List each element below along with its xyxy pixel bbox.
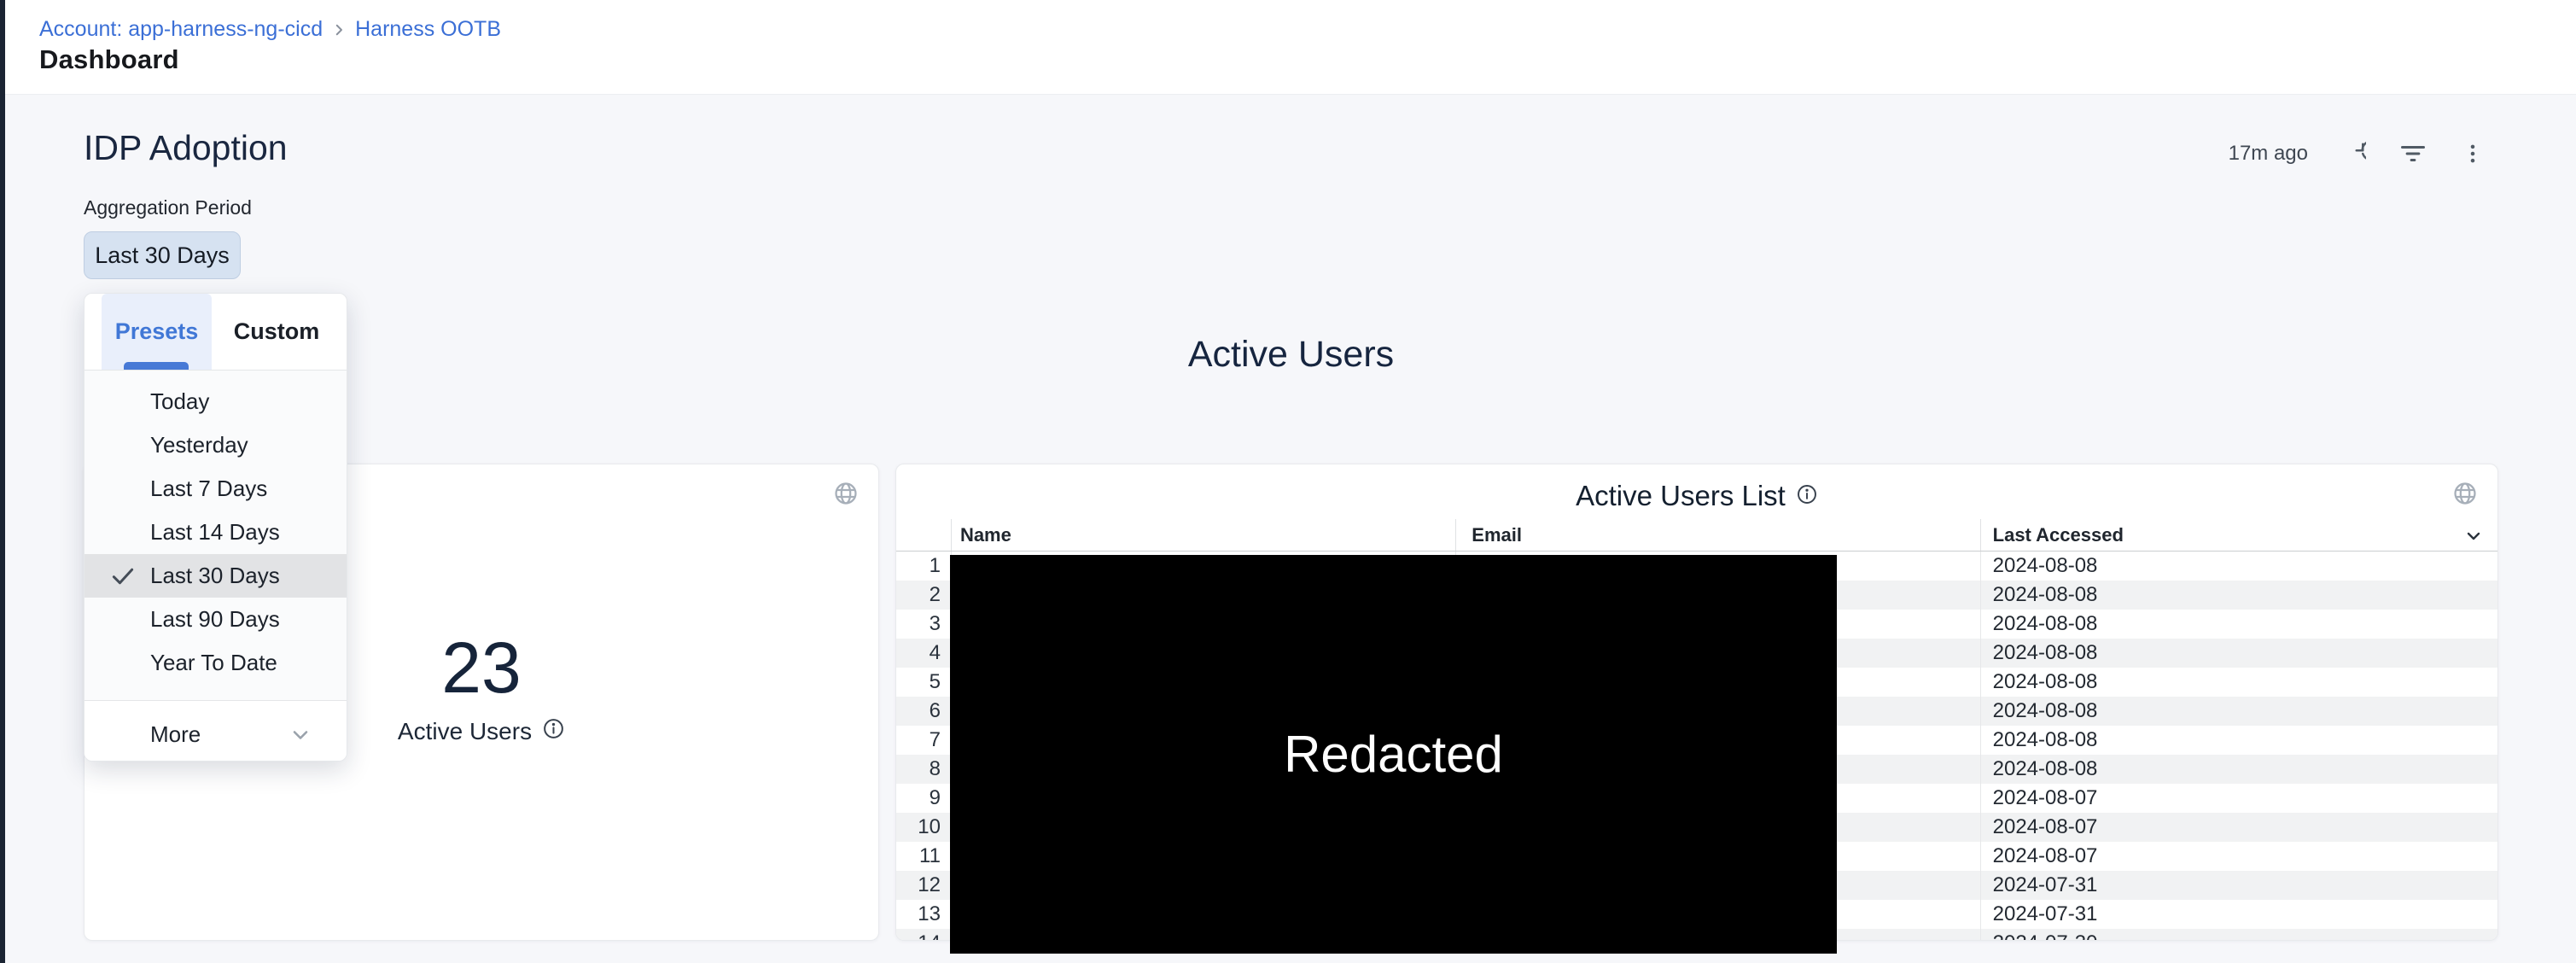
preset-option[interactable]: Last 14 Days xyxy=(85,511,347,554)
breadcrumb-dashboard-link[interactable]: Harness OOTB xyxy=(355,17,501,42)
period-dropdown: Presets Custom Today Yesterday Last 7 Days… xyxy=(84,293,347,762)
kebab-menu-button[interactable] xyxy=(2458,139,2487,168)
filter-button[interactable] xyxy=(2398,139,2427,168)
cell-index: 9 xyxy=(896,784,951,813)
cell-index: 3 xyxy=(896,610,951,639)
cell-last-accessed: 2024-08-08 xyxy=(1980,755,2497,784)
cell-last-accessed: 2024-08-07 xyxy=(1980,784,2497,813)
cell-index: 14 xyxy=(896,929,951,941)
tab-custom-label: Custom xyxy=(234,318,320,345)
aggregation-period-button[interactable]: Last 30 Days xyxy=(84,231,241,279)
preset-options: Today Yesterday Last 7 Days Last 14 Days Las… xyxy=(85,371,347,700)
preset-option-label: Year To Date xyxy=(150,650,277,676)
breadcrumb: Account: app-harness-ng-cicd Harness OOT… xyxy=(39,17,501,42)
column-header-last-accessed[interactable]: Last Accessed xyxy=(1980,519,2497,551)
cell-last-accessed: 2024-08-08 xyxy=(1980,697,2497,726)
tab-custom[interactable]: Custom xyxy=(212,294,341,370)
preset-option-label: Last 90 Days xyxy=(150,606,280,633)
preset-option[interactable]: Yesterday xyxy=(85,423,347,467)
column-header-index xyxy=(896,519,951,551)
section-title: Active Users xyxy=(84,334,2498,376)
filter-icon xyxy=(2400,141,2426,166)
chevron-right-icon xyxy=(331,22,347,38)
column-header-email[interactable]: Email xyxy=(1455,519,1979,551)
dashboard-title: IDP Adoption xyxy=(84,128,288,168)
cell-index: 6 xyxy=(896,697,951,726)
refresh-button[interactable] xyxy=(2339,139,2368,168)
dashboard-toolbar: 17m ago xyxy=(2229,139,2487,168)
redacted-label: Redacted xyxy=(1284,725,1503,784)
column-header-name[interactable]: Name xyxy=(951,519,1455,551)
tab-presets-label: Presets xyxy=(115,318,199,345)
column-header-last-accessed-label: Last Accessed xyxy=(1993,524,2124,546)
tab-presets[interactable]: Presets xyxy=(102,294,212,370)
table-header-row: Name Email Last Accessed xyxy=(896,519,2497,552)
aggregation-period-label: Aggregation Period xyxy=(84,196,252,219)
preset-option-label: Last 7 Days xyxy=(150,476,267,502)
chevron-down-icon[interactable] xyxy=(2463,526,2484,552)
page-title: Dashboard xyxy=(39,44,179,75)
cell-last-accessed: 2024-07-31 xyxy=(1980,871,2497,900)
cell-index: 10 xyxy=(896,813,951,842)
preset-option-label: Today xyxy=(150,388,209,415)
dropdown-tabs: Presets Custom xyxy=(85,294,347,371)
cell-index: 12 xyxy=(896,871,951,900)
refresh-icon xyxy=(2340,141,2366,166)
page-header: Account: app-harness-ng-cicd Harness OOT… xyxy=(0,0,2576,95)
preset-option[interactable]: Year To Date xyxy=(85,641,347,685)
preset-option[interactable]: Last 30 Days xyxy=(85,554,347,598)
cell-last-accessed: 2024-08-08 xyxy=(1980,581,2497,610)
cell-index: 8 xyxy=(896,755,951,784)
metric-label: Active Users xyxy=(398,718,532,745)
sidebar-edge xyxy=(0,0,5,963)
cell-index: 1 xyxy=(896,552,951,581)
breadcrumb-account-link[interactable]: Account: app-harness-ng-cicd xyxy=(39,17,323,42)
last-updated-label: 17m ago xyxy=(2229,142,2308,166)
check-icon xyxy=(108,562,137,591)
cell-last-accessed: 2024-08-07 xyxy=(1980,813,2497,842)
cell-index: 13 xyxy=(896,900,951,929)
cell-last-accessed: 2024-08-08 xyxy=(1980,639,2497,668)
cell-index: 2 xyxy=(896,581,951,610)
cell-index: 7 xyxy=(896,726,951,755)
preset-option-label: Last 14 Days xyxy=(150,519,280,546)
cell-last-accessed: 2024-08-08 xyxy=(1980,552,2497,581)
cell-last-accessed: 2024-07-30 xyxy=(1980,929,2497,941)
info-icon[interactable] xyxy=(542,717,565,746)
preset-option-label: Last 30 Days xyxy=(150,563,280,589)
globe-icon[interactable] xyxy=(2451,480,2479,511)
preset-option[interactable]: Today xyxy=(85,380,347,423)
table-title: Active Users List xyxy=(1576,480,1786,512)
table-title-row: Active Users List xyxy=(896,480,2497,512)
preset-option[interactable]: Last 7 Days xyxy=(85,467,347,511)
redaction-overlay: Redacted xyxy=(950,555,1837,954)
cell-last-accessed: 2024-08-07 xyxy=(1980,842,2497,871)
chevron-down-icon xyxy=(288,723,312,753)
cell-last-accessed: 2024-08-08 xyxy=(1980,726,2497,755)
cell-last-accessed: 2024-08-08 xyxy=(1980,610,2497,639)
preset-option-label: Yesterday xyxy=(150,432,248,458)
info-icon[interactable] xyxy=(1796,480,1818,512)
globe-icon[interactable] xyxy=(832,480,860,511)
cell-index: 4 xyxy=(896,639,951,668)
more-button[interactable]: More xyxy=(85,700,347,762)
cell-last-accessed: 2024-07-31 xyxy=(1980,900,2497,929)
more-label: More xyxy=(150,721,201,748)
preset-option[interactable]: Last 90 Days xyxy=(85,598,347,641)
cell-index: 5 xyxy=(896,668,951,697)
active-tab-indicator xyxy=(124,362,189,370)
cell-last-accessed: 2024-08-08 xyxy=(1980,668,2497,697)
cell-index: 11 xyxy=(896,842,951,871)
kebab-menu-icon xyxy=(2462,141,2484,166)
